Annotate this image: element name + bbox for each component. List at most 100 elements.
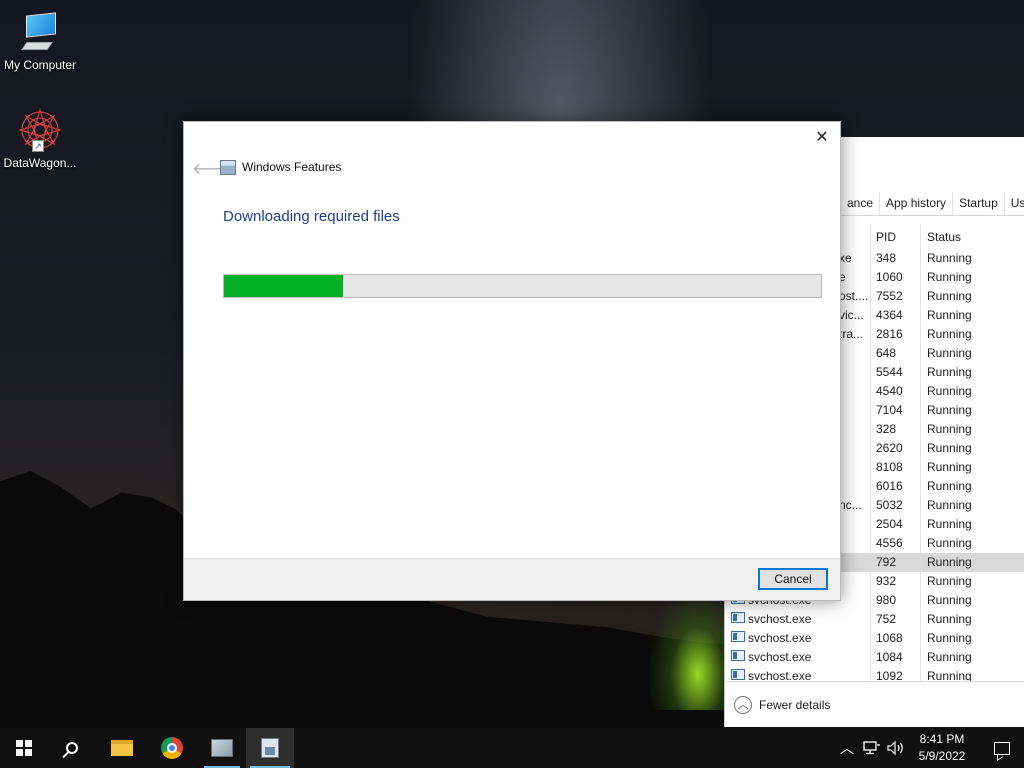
clock[interactable]: 8:41 PM 5/9/2022 <box>910 731 974 765</box>
search-button[interactable] <box>50 728 94 768</box>
desktop-icon-label: DataWagon... <box>3 156 77 170</box>
process-pid: 4364 <box>876 308 903 322</box>
process-status: Running <box>927 422 972 436</box>
process-pid: 7104 <box>876 403 903 417</box>
process-name: vic... <box>839 308 864 322</box>
chrome-icon <box>161 737 183 759</box>
windows-features-icon <box>261 738 279 758</box>
process-icon <box>731 631 745 642</box>
action-center-button[interactable] <box>980 728 1024 768</box>
chevron-up-icon: ︿ <box>840 740 854 756</box>
process-pid: 1084 <box>876 650 903 664</box>
dialog-heading: Downloading required files <box>223 208 400 225</box>
process-name: svchost.exe <box>748 650 812 664</box>
clock-date: 5/9/2022 <box>918 749 966 763</box>
volume-button[interactable] <box>884 728 908 768</box>
process-name: tra... <box>839 327 864 341</box>
process-name: nc... <box>839 498 862 512</box>
process-pid: 4556 <box>876 536 903 550</box>
process-pid: 2620 <box>876 441 903 455</box>
process-name: svchost.exe <box>748 631 812 645</box>
process-pid: 328 <box>876 422 897 436</box>
process-status: Running <box>927 460 972 474</box>
datawagon-icon: ↗ <box>17 107 63 153</box>
windows-features-icon <box>220 160 236 175</box>
process-pid: 5032 <box>876 498 903 512</box>
process-pid: 1060 <box>876 270 903 284</box>
shortcut-arrow-icon: ↗ <box>32 140 44 152</box>
process-status: Running <box>927 346 972 360</box>
process-pid: 752 <box>876 612 897 626</box>
process-pid: 7552 <box>876 289 903 303</box>
process-pid: 648 <box>876 346 897 360</box>
tab-app-history[interactable]: App history <box>880 192 954 215</box>
clock-time: 8:41 PM <box>919 732 965 746</box>
wallpaper-glow <box>650 590 730 710</box>
process-pid: 2504 <box>876 517 903 531</box>
process-status: Running <box>927 631 972 645</box>
desktop-icon-datawagon[interactable]: ↗ DataWagon... <box>0 107 80 170</box>
process-status: Running <box>927 612 972 626</box>
column-header-pid[interactable]: PID <box>876 230 896 244</box>
process-status: Running <box>927 517 972 531</box>
fewer-details-link[interactable]: Fewer details <box>759 698 830 712</box>
progress-bar-fill <box>224 275 344 297</box>
process-pid: 5544 <box>876 365 903 379</box>
windows-features-dialog: ✕ 🡐 Windows Features Downloading require… <box>183 121 841 601</box>
process-status: Running <box>927 384 972 398</box>
start-button[interactable] <box>2 728 46 768</box>
dialog-title: Windows Features <box>242 160 342 174</box>
close-button[interactable]: ✕ <box>812 128 832 148</box>
chevron-up-icon[interactable]: ︿ <box>734 696 752 714</box>
taskbar-computer-management[interactable] <box>200 728 244 768</box>
tab-users[interactable]: Users <box>1005 192 1024 215</box>
network-button[interactable] <box>860 728 884 768</box>
cancel-button[interactable]: Cancel <box>758 568 828 590</box>
taskbar-windows-features[interactable] <box>246 728 294 768</box>
column-header-status[interactable]: Status <box>927 230 961 244</box>
process-row[interactable]: svchost.exe 752 Running <box>725 610 1024 629</box>
process-name: ost.... <box>839 289 869 303</box>
download-progress-bar <box>223 274 822 298</box>
notification-icon <box>994 741 1010 755</box>
process-status: Running <box>927 403 972 417</box>
process-pid: 2816 <box>876 327 903 341</box>
process-status: Running <box>927 327 972 341</box>
process-pid: 6016 <box>876 479 903 493</box>
process-icon <box>731 612 745 623</box>
process-status: Running <box>927 308 972 322</box>
tab-startup[interactable]: Startup <box>953 192 1005 215</box>
process-status: Running <box>927 650 972 664</box>
process-status: Running <box>927 251 972 265</box>
process-name: svchost.exe <box>748 612 812 626</box>
computer-icon <box>21 12 56 54</box>
taskbar-file-explorer[interactable] <box>100 728 144 768</box>
desktop-icon-label: My Computer <box>3 58 77 72</box>
search-icon <box>66 742 78 754</box>
process-pid: 4540 <box>876 384 903 398</box>
process-status: Running <box>927 289 972 303</box>
process-status: Running <box>927 365 972 379</box>
process-icon <box>731 669 745 680</box>
process-status: Running <box>927 498 972 512</box>
process-status: Running <box>927 555 972 569</box>
process-pid: 980 <box>876 593 897 607</box>
tab-performance[interactable]: ance <box>841 192 881 215</box>
show-hidden-icons-button[interactable]: ︿ <box>836 728 858 768</box>
taskbar: ︿ 8:41 PM 5/9/2022 <box>0 728 1024 768</box>
process-pid: 8108 <box>876 460 903 474</box>
process-status: Running <box>927 441 972 455</box>
process-pid: 792 <box>876 555 897 569</box>
desktop-icon-my-computer[interactable]: My Computer <box>0 8 80 72</box>
process-status: Running <box>927 479 972 493</box>
process-row[interactable]: svchost.exe 1068 Running <box>725 629 1024 648</box>
process-pid: 1068 <box>876 631 903 645</box>
task-manager-footer: ︿ Fewer details <box>725 681 1024 727</box>
taskbar-chrome[interactable] <box>150 728 194 768</box>
network-icon <box>863 741 880 755</box>
file-explorer-icon <box>111 740 133 756</box>
process-row[interactable]: svchost.exe 1084 Running <box>725 648 1024 667</box>
process-status: Running <box>927 593 972 607</box>
windows-logo-icon <box>16 740 32 756</box>
speaker-icon <box>887 741 903 755</box>
